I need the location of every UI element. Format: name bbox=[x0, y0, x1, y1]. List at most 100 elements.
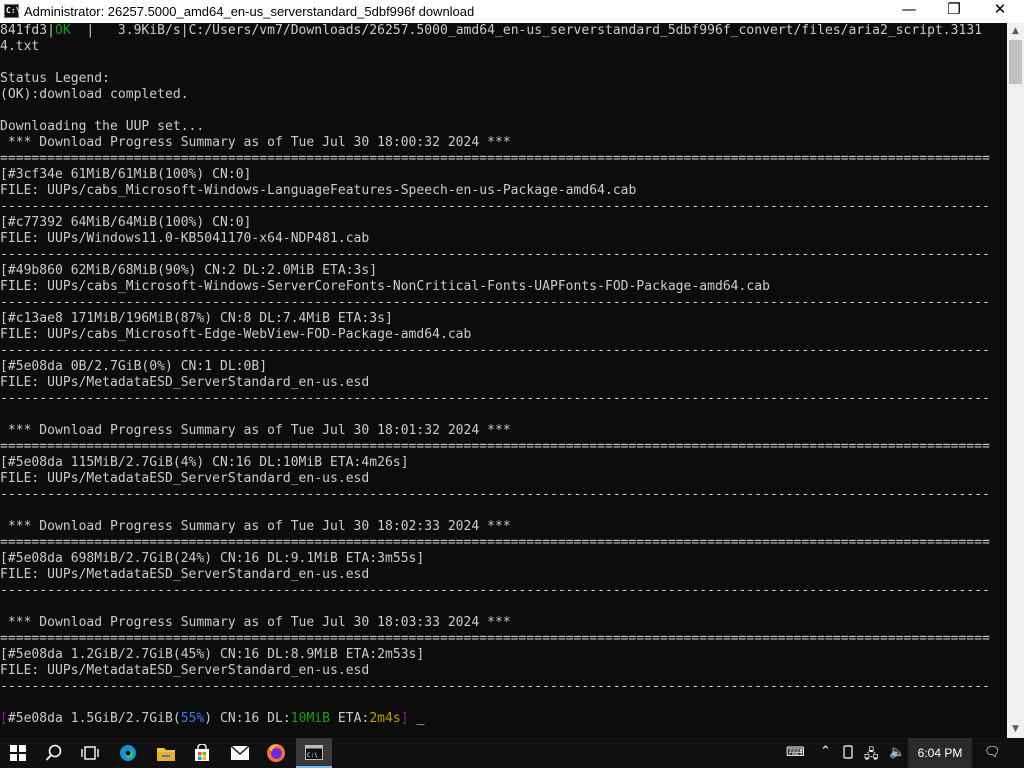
start-button[interactable] bbox=[0, 738, 36, 768]
console-text-segment: [ bbox=[0, 711, 8, 726]
device-icon bbox=[843, 745, 853, 759]
console-text-segment: FILE: UUPs/cabs_Microsoft-Windows-Server… bbox=[0, 279, 770, 294]
console-output[interactable]: 841fd3|OK | 3.9KiB/s|C:/Users/vm7/Downlo… bbox=[0, 23, 1007, 738]
svg-text:C:\: C:\ bbox=[307, 752, 318, 759]
console-text-segment: FILE: UUPs/MetadataESD_ServerStandard_en… bbox=[0, 567, 370, 582]
console-line: FILE: UUPs/MetadataESD_ServerStandard_en… bbox=[0, 567, 369, 583]
console-line: ----------------------------------------… bbox=[0, 583, 990, 599]
scroll-up-arrow-icon[interactable]: ▲ bbox=[1007, 23, 1024, 40]
console-text-segment: [#c13ae8 171MiB/196MiB(87%) CN:8 DL:7.4M… bbox=[0, 311, 393, 326]
console-line: 4.txt bbox=[0, 39, 39, 55]
console-text-segment: Status Legend: bbox=[0, 71, 110, 86]
start-icon bbox=[10, 745, 26, 761]
tray-extra-icon[interactable] bbox=[842, 745, 854, 763]
console-text-segment: [#5e08da 115MiB/2.7GiB(4%) CN:16 DL:10Mi… bbox=[0, 455, 409, 470]
console-text-segment: [#5e08da 1.2GiB/2.7GiB(45%) CN:16 DL:8.9… bbox=[0, 647, 425, 662]
vertical-scrollbar[interactable]: ▲ ▼ bbox=[1007, 23, 1024, 738]
console-text-segment: FILE: UUPs/MetadataESD_ServerStandard_en… bbox=[0, 663, 370, 678]
console-text-segment: | 3.9KiB/s|C:/Users/vm7/Downloads/26257.… bbox=[70, 23, 983, 38]
console-line: [#5e08da 698MiB/2.7GiB(24%) CN:16 DL:9.1… bbox=[0, 551, 424, 567]
console-line: FILE: UUPs/MetadataESD_ServerStandard_en… bbox=[0, 375, 369, 391]
console-text-segment: 2m4s bbox=[369, 711, 401, 726]
network-icon[interactable]: 🖧 bbox=[864, 745, 879, 767]
volume-icon[interactable]: 🔈 bbox=[889, 745, 905, 760]
taskbar: C:\ ⌨ ⌃ 🖧 🔈 6:04 PM 🗨 bbox=[0, 738, 1024, 768]
console-line: ========================================… bbox=[0, 535, 990, 551]
window-title: Administrator: 26257.5000_amd64_en-us_se… bbox=[24, 4, 475, 19]
console-text-segment: 10MiB bbox=[290, 711, 331, 726]
console-text-segment: ----------------------------------------… bbox=[0, 583, 990, 598]
console-line: FILE: UUPs/Windows11.0-KB5041170-x64-NDP… bbox=[0, 231, 369, 247]
console-text-segment: ========================================… bbox=[0, 439, 990, 454]
console-line: ========================================… bbox=[0, 631, 990, 647]
console-line: [#5e08da 1.2GiB/2.7GiB(45%) CN:16 DL:8.9… bbox=[0, 647, 424, 663]
store-button[interactable] bbox=[184, 738, 220, 768]
console-line: [#5e08da 1.5GiB/2.7GiB(55%) CN:16 DL:10M… bbox=[0, 711, 424, 727]
notification-icon[interactable]: 🗨 bbox=[984, 745, 1001, 760]
console-line: [#49b860 62MiB/68MiB(90%) CN:2 DL:2.0MiB… bbox=[0, 263, 377, 279]
console-text-segment: ----------------------------------------… bbox=[0, 199, 990, 214]
console-text-segment: [#c77392 64MiB/64MiB(100%) CN:0] bbox=[0, 215, 252, 230]
edge-icon bbox=[120, 745, 136, 761]
console-text-segment: OK bbox=[55, 23, 71, 38]
console-line: [#c77392 64MiB/64MiB(100%) CN:0] bbox=[0, 215, 251, 231]
scrollbar-thumb[interactable] bbox=[1009, 40, 1022, 84]
console-text-segment: FILE: UUPs/cabs_Microsoft-Windows-Langua… bbox=[0, 183, 637, 198]
console-text-segment: ----------------------------------------… bbox=[0, 247, 990, 262]
task-view-button[interactable] bbox=[72, 738, 108, 768]
mail-icon bbox=[231, 746, 249, 760]
console-text-segment: *** Download Progress Summary as of Tue … bbox=[0, 519, 511, 534]
console-text-segment: [#3cf34e 61MiB/61MiB(100%) CN:0] bbox=[0, 167, 252, 182]
console-text-segment: ----------------------------------------… bbox=[0, 679, 990, 694]
console-text-segment: ----------------------------------------… bbox=[0, 487, 990, 502]
chevron-up-icon[interactable]: ⌃ bbox=[820, 744, 831, 759]
console-text-segment: [#5e08da 0B/2.7GiB(0%) CN:1 DL:0B] bbox=[0, 359, 268, 374]
edge-button[interactable] bbox=[110, 738, 146, 768]
console-text-segment: ] bbox=[400, 711, 409, 726]
firefox-button[interactable] bbox=[258, 738, 294, 768]
console-text-segment: *** Download Progress Summary as of Tue … bbox=[0, 135, 511, 150]
close-button[interactable]: ✕ bbox=[977, 0, 1023, 23]
maximize-button[interactable]: ❐ bbox=[931, 0, 977, 23]
console-text-segment: ========================================… bbox=[0, 631, 990, 646]
console-text-segment: FILE: UUPs/cabs_Microsoft-Edge-WebView-F… bbox=[0, 327, 472, 342]
console-text-segment: 4.txt bbox=[0, 39, 40, 54]
keyboard-icon[interactable]: ⌨ bbox=[786, 745, 805, 760]
console-line: [#5e08da 115MiB/2.7GiB(4%) CN:16 DL:10Mi… bbox=[0, 455, 409, 471]
console-line: Downloading the UUP set... bbox=[0, 119, 204, 135]
mail-button[interactable] bbox=[222, 738, 258, 768]
console-line: ----------------------------------------… bbox=[0, 199, 990, 215]
console-text-segment: FILE: UUPs/MetadataESD_ServerStandard_en… bbox=[0, 471, 370, 486]
text-cursor: _ bbox=[416, 711, 425, 726]
console-text-segment: (OK):download completed. bbox=[0, 87, 189, 102]
console-line: *** Download Progress Summary as of Tue … bbox=[0, 423, 511, 439]
task-view-icon bbox=[81, 746, 99, 760]
search-icon bbox=[45, 744, 62, 761]
console-text-segment: 55% bbox=[180, 711, 205, 726]
title-bar[interactable]: C:\ Administrator: 26257.5000_amd64_en-u… bbox=[0, 0, 1024, 23]
store-icon bbox=[195, 744, 209, 761]
console-line: ----------------------------------------… bbox=[0, 487, 990, 503]
console-text-segment: ========================================… bbox=[0, 535, 990, 550]
console-line: 841fd3|OK | 3.9KiB/s|C:/Users/vm7/Downlo… bbox=[0, 23, 982, 39]
console-text-segment: 841fd3| bbox=[0, 23, 55, 38]
console-text-segment: ETA: bbox=[330, 711, 370, 726]
console-line: [#c13ae8 171MiB/196MiB(87%) CN:8 DL:7.4M… bbox=[0, 311, 393, 327]
console-line: FILE: UUPs/cabs_Microsoft-Windows-Langua… bbox=[0, 183, 636, 199]
console-line: FILE: UUPs/MetadataESD_ServerStandard_en… bbox=[0, 663, 369, 679]
search-button[interactable] bbox=[36, 738, 72, 768]
file-explorer-button[interactable] bbox=[148, 738, 184, 768]
cmd-taskbar-button[interactable]: C:\ bbox=[296, 738, 332, 768]
console-text-segment: FILE: UUPs/Windows11.0-KB5041170-x64-NDP… bbox=[0, 231, 370, 246]
cmd-icon[interactable]: C:\ bbox=[4, 4, 20, 18]
console-text-segment: [#5e08da 698MiB/2.7GiB(24%) CN:16 DL:9.1… bbox=[0, 551, 425, 566]
console-line: FILE: UUPs/MetadataESD_ServerStandard_en… bbox=[0, 471, 369, 487]
console-line: *** Download Progress Summary as of Tue … bbox=[0, 615, 511, 631]
clock[interactable]: 6:04 PM bbox=[908, 738, 972, 768]
console-text-segment: *** Download Progress Summary as of Tue … bbox=[0, 423, 511, 438]
console-line: *** Download Progress Summary as of Tue … bbox=[0, 135, 511, 151]
console-line: ----------------------------------------… bbox=[0, 295, 990, 311]
scroll-down-arrow-icon[interactable]: ▼ bbox=[1007, 721, 1024, 738]
minimize-button[interactable]: — bbox=[886, 0, 932, 23]
console-line: [#3cf34e 61MiB/61MiB(100%) CN:0] bbox=[0, 167, 251, 183]
